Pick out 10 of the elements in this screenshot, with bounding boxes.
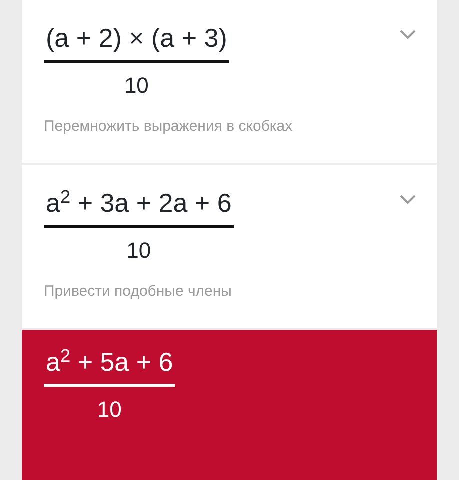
fraction-denominator: 10 xyxy=(124,72,149,100)
chevron-down-icon[interactable] xyxy=(399,28,417,40)
fraction-denominator: 10 xyxy=(97,396,122,424)
fraction-denominator: 10 xyxy=(126,236,152,265)
fraction-numerator: a$^{2}$ + 5a + 6 xyxy=(45,346,174,379)
step-description: Привести подобные члены xyxy=(44,282,233,302)
fraction-numerator: a$^{2}$ + 3a + 2a + 6 xyxy=(45,187,233,220)
step-description: Перемножить выражения в скобках xyxy=(44,116,293,137)
chevron-down-icon[interactable] xyxy=(399,193,417,205)
fraction-numerator: (a + 2) × (a + 3) xyxy=(45,22,228,55)
